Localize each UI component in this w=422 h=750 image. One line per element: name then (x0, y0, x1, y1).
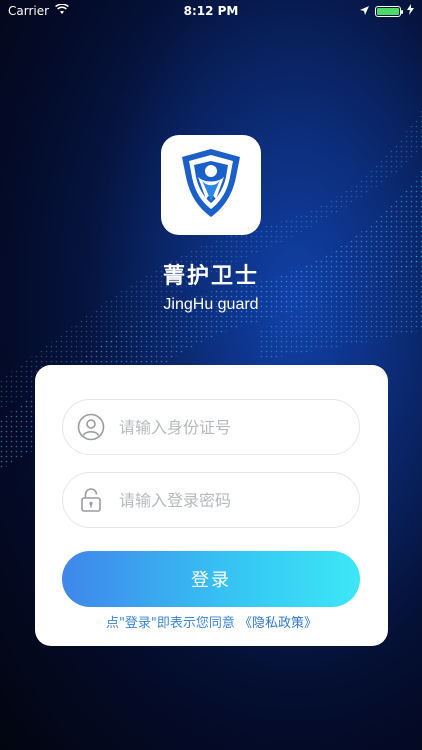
app-logo (161, 135, 261, 235)
app-title: 菁护卫士 (162, 264, 259, 289)
id-number-input[interactable] (119, 417, 349, 437)
password-field[interactable] (62, 472, 360, 528)
agreement-line: 点"登录"即表示您同意 《隐私政策》 (35, 612, 388, 631)
agreement-text: 点"登录"即表示您同意 (105, 616, 235, 631)
privacy-policy-link[interactable]: 《隐私政策》 (239, 616, 317, 631)
login-button[interactable]: 登录 (62, 551, 360, 607)
user-icon (77, 413, 105, 441)
id-number-field[interactable] (62, 399, 360, 455)
shield-person-icon (178, 147, 244, 223)
status-bar-time: 8:12 PM (183, 4, 239, 18)
battery-icon (375, 5, 403, 17)
lock-icon (77, 486, 105, 514)
status-bar: Carrier 8:12 PM (0, 0, 422, 22)
battery-level-fill (377, 7, 399, 15)
login-card: 登录 点"登录"即表示您同意 《隐私政策》 (35, 365, 388, 646)
password-input[interactable] (119, 490, 349, 510)
app-subtitle: JingHu guard (163, 296, 259, 313)
